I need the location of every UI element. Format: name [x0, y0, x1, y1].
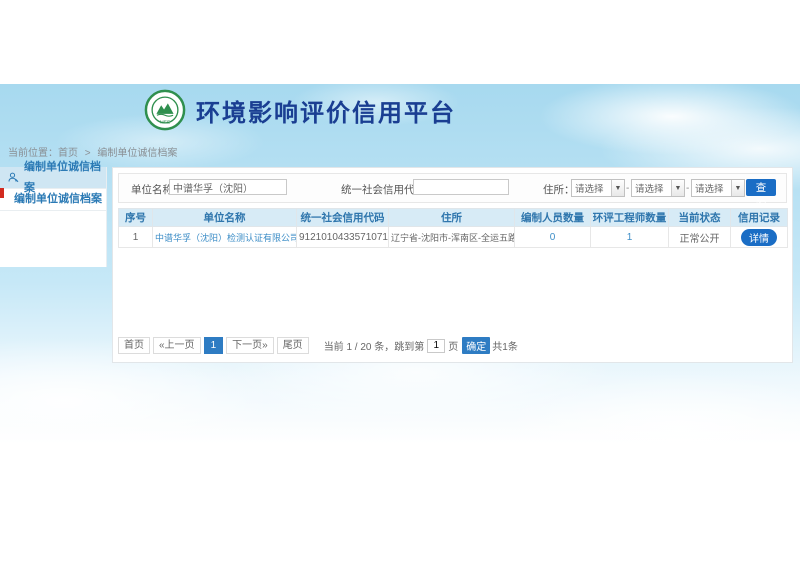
- address-district-select[interactable]: 请选择 ▼: [691, 179, 745, 197]
- breadcrumb-current: 编制单位诚信档案: [97, 148, 177, 159]
- red-marker: [0, 188, 4, 198]
- page: MEE 环境影响评价信用平台 当前位置：首页 > 编制单位诚信档案 编制单位诚信…: [0, 0, 800, 565]
- results-table: 序号 单位名称 统一社会信用代码 住所 编制人员数量 环评工程师数量 当前状态 …: [118, 208, 788, 248]
- sidebar: 编制单位诚信档案 编制单位诚信档案: [0, 167, 107, 267]
- col-credit-record: 信用记录: [731, 209, 788, 227]
- col-staff-count: 编制人员数量: [515, 209, 591, 227]
- pagination-confirm-button[interactable]: 确定: [462, 337, 490, 354]
- cell-index: 1: [119, 227, 153, 248]
- unit-name-link[interactable]: 中谱华孚（沈阳）检测认证有限公司: [155, 233, 297, 243]
- svg-text:MEE: MEE: [160, 119, 170, 125]
- pagination: 首页 «上一页 1 下一页» 尾页 当前 1 / 20 条，跳到第 页 确定 共…: [118, 337, 518, 354]
- col-index: 序号: [119, 209, 153, 227]
- pagination-next-button[interactable]: 下一页»: [226, 337, 274, 354]
- address-city-select[interactable]: 请选择 ▼: [631, 179, 685, 197]
- staff-count-link[interactable]: 0: [550, 232, 556, 243]
- table-header-row: 序号 单位名称 统一社会信用代码 住所 编制人员数量 环评工程师数量 当前状态 …: [119, 209, 788, 227]
- page-jump-suffix: 页: [448, 338, 458, 353]
- address-label: 住所：: [543, 182, 575, 197]
- address-dash-2: -: [686, 183, 689, 194]
- pagination-info: 当前 1 / 20 条，跳到第: [324, 338, 425, 353]
- col-credit-code: 统一社会信用代码: [297, 209, 389, 227]
- mee-logo: MEE: [144, 89, 186, 131]
- search-form: 单位名称： 统一社会信用代码： 住所： 请选择 ▼ - 请选择 ▼ - 请选择 …: [118, 173, 787, 203]
- table-row: 1 中谱华孚（沈阳）检测认证有限公司 91210104335710717K 辽宁…: [119, 227, 788, 248]
- sidebar-subitem-archive[interactable]: 编制单位诚信档案: [0, 189, 106, 211]
- person-search-icon: [8, 172, 19, 183]
- cell-status: 正常公开: [669, 227, 731, 248]
- col-status: 当前状态: [669, 209, 731, 227]
- pagination-last-button[interactable]: 尾页: [277, 337, 309, 354]
- credit-code-input[interactable]: [413, 179, 509, 195]
- engineer-count-link[interactable]: 1: [627, 232, 633, 243]
- sidebar-subitem-label: 编制单位诚信档案: [14, 189, 102, 210]
- site-header: MEE 环境影响评价信用平台: [144, 88, 456, 132]
- detail-button[interactable]: 详情: [741, 229, 777, 246]
- cell-address: 辽宁省-沈阳市-浑南区-全运五路35-1号楼902: [389, 227, 515, 248]
- site-title: 环境影响评价信用平台: [196, 93, 456, 128]
- pagination-total: 共1条: [492, 338, 518, 353]
- chevron-down-icon: ▼: [731, 180, 744, 196]
- col-address: 住所: [389, 209, 515, 227]
- address-dash-1: -: [626, 183, 629, 194]
- page-jump-input[interactable]: [427, 339, 445, 353]
- chevron-down-icon: ▼: [671, 180, 684, 196]
- cell-credit-code: 91210104335710717K: [297, 227, 389, 248]
- pagination-first-button[interactable]: 首页: [118, 337, 150, 354]
- unit-name-input[interactable]: [169, 179, 287, 195]
- main-panel: 单位名称： 统一社会信用代码： 住所： 请选择 ▼ - 请选择 ▼ - 请选择 …: [112, 167, 793, 363]
- col-engineer-count: 环评工程师数量: [591, 209, 669, 227]
- sidebar-item-archive[interactable]: 编制单位诚信档案: [0, 167, 106, 189]
- col-unit-name: 单位名称: [153, 209, 297, 227]
- pagination-prev-button[interactable]: «上一页: [153, 337, 201, 354]
- address-province-select[interactable]: 请选择 ▼: [571, 179, 625, 197]
- query-button[interactable]: 查询: [746, 179, 776, 196]
- pagination-page-1-button[interactable]: 1: [204, 337, 224, 354]
- chevron-down-icon: ▼: [611, 180, 624, 196]
